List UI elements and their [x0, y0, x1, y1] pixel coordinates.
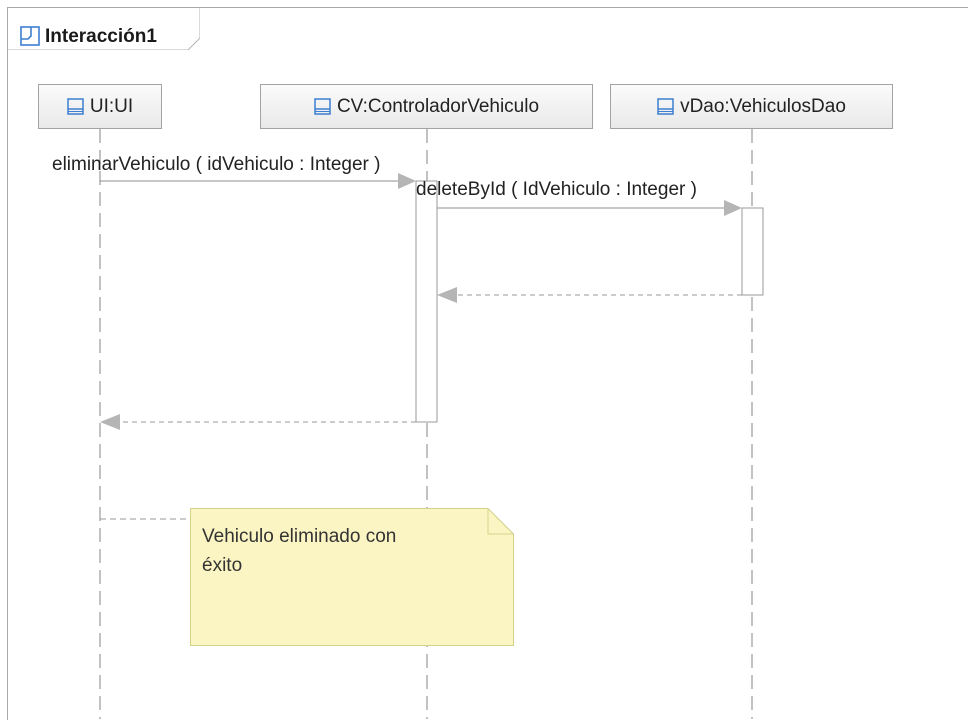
lifeline-icon: [67, 98, 84, 115]
activation-bar-cv: [415, 180, 438, 423]
lifeline-label-cv: CV:ControladorVehiculo: [336, 95, 540, 117]
comment-note[interactable]: Vehiculo eliminado con éxito: [190, 508, 514, 646]
lifeline-icon: [314, 98, 331, 115]
return-arrow-vdao: [437, 287, 742, 303]
note-text: Vehiculo eliminado con éxito: [202, 526, 397, 576]
message-label-eliminar[interactable]: eliminarVehiculo ( idVehiculo : Integer …: [52, 154, 380, 176]
lifeline-label-ui: UI:UI: [89, 95, 134, 117]
message-label-deletebyid[interactable]: deleteById ( IdVehiculo : Integer ): [416, 179, 697, 201]
lifeline-icon: [657, 98, 674, 115]
message-arrow-deletebyid: [437, 200, 742, 216]
lifeline-head-ui[interactable]: UI:UI: [38, 84, 162, 129]
lifeline-head-vdao[interactable]: vDao:VehiculosDao: [610, 84, 893, 129]
lifeline-head-cv[interactable]: CV:ControladorVehiculo: [260, 84, 593, 129]
return-arrow-cv: [100, 414, 416, 430]
activation-bar-vdao: [741, 207, 764, 296]
lifeline-label-vdao: vDao:VehiculosDao: [680, 95, 846, 117]
